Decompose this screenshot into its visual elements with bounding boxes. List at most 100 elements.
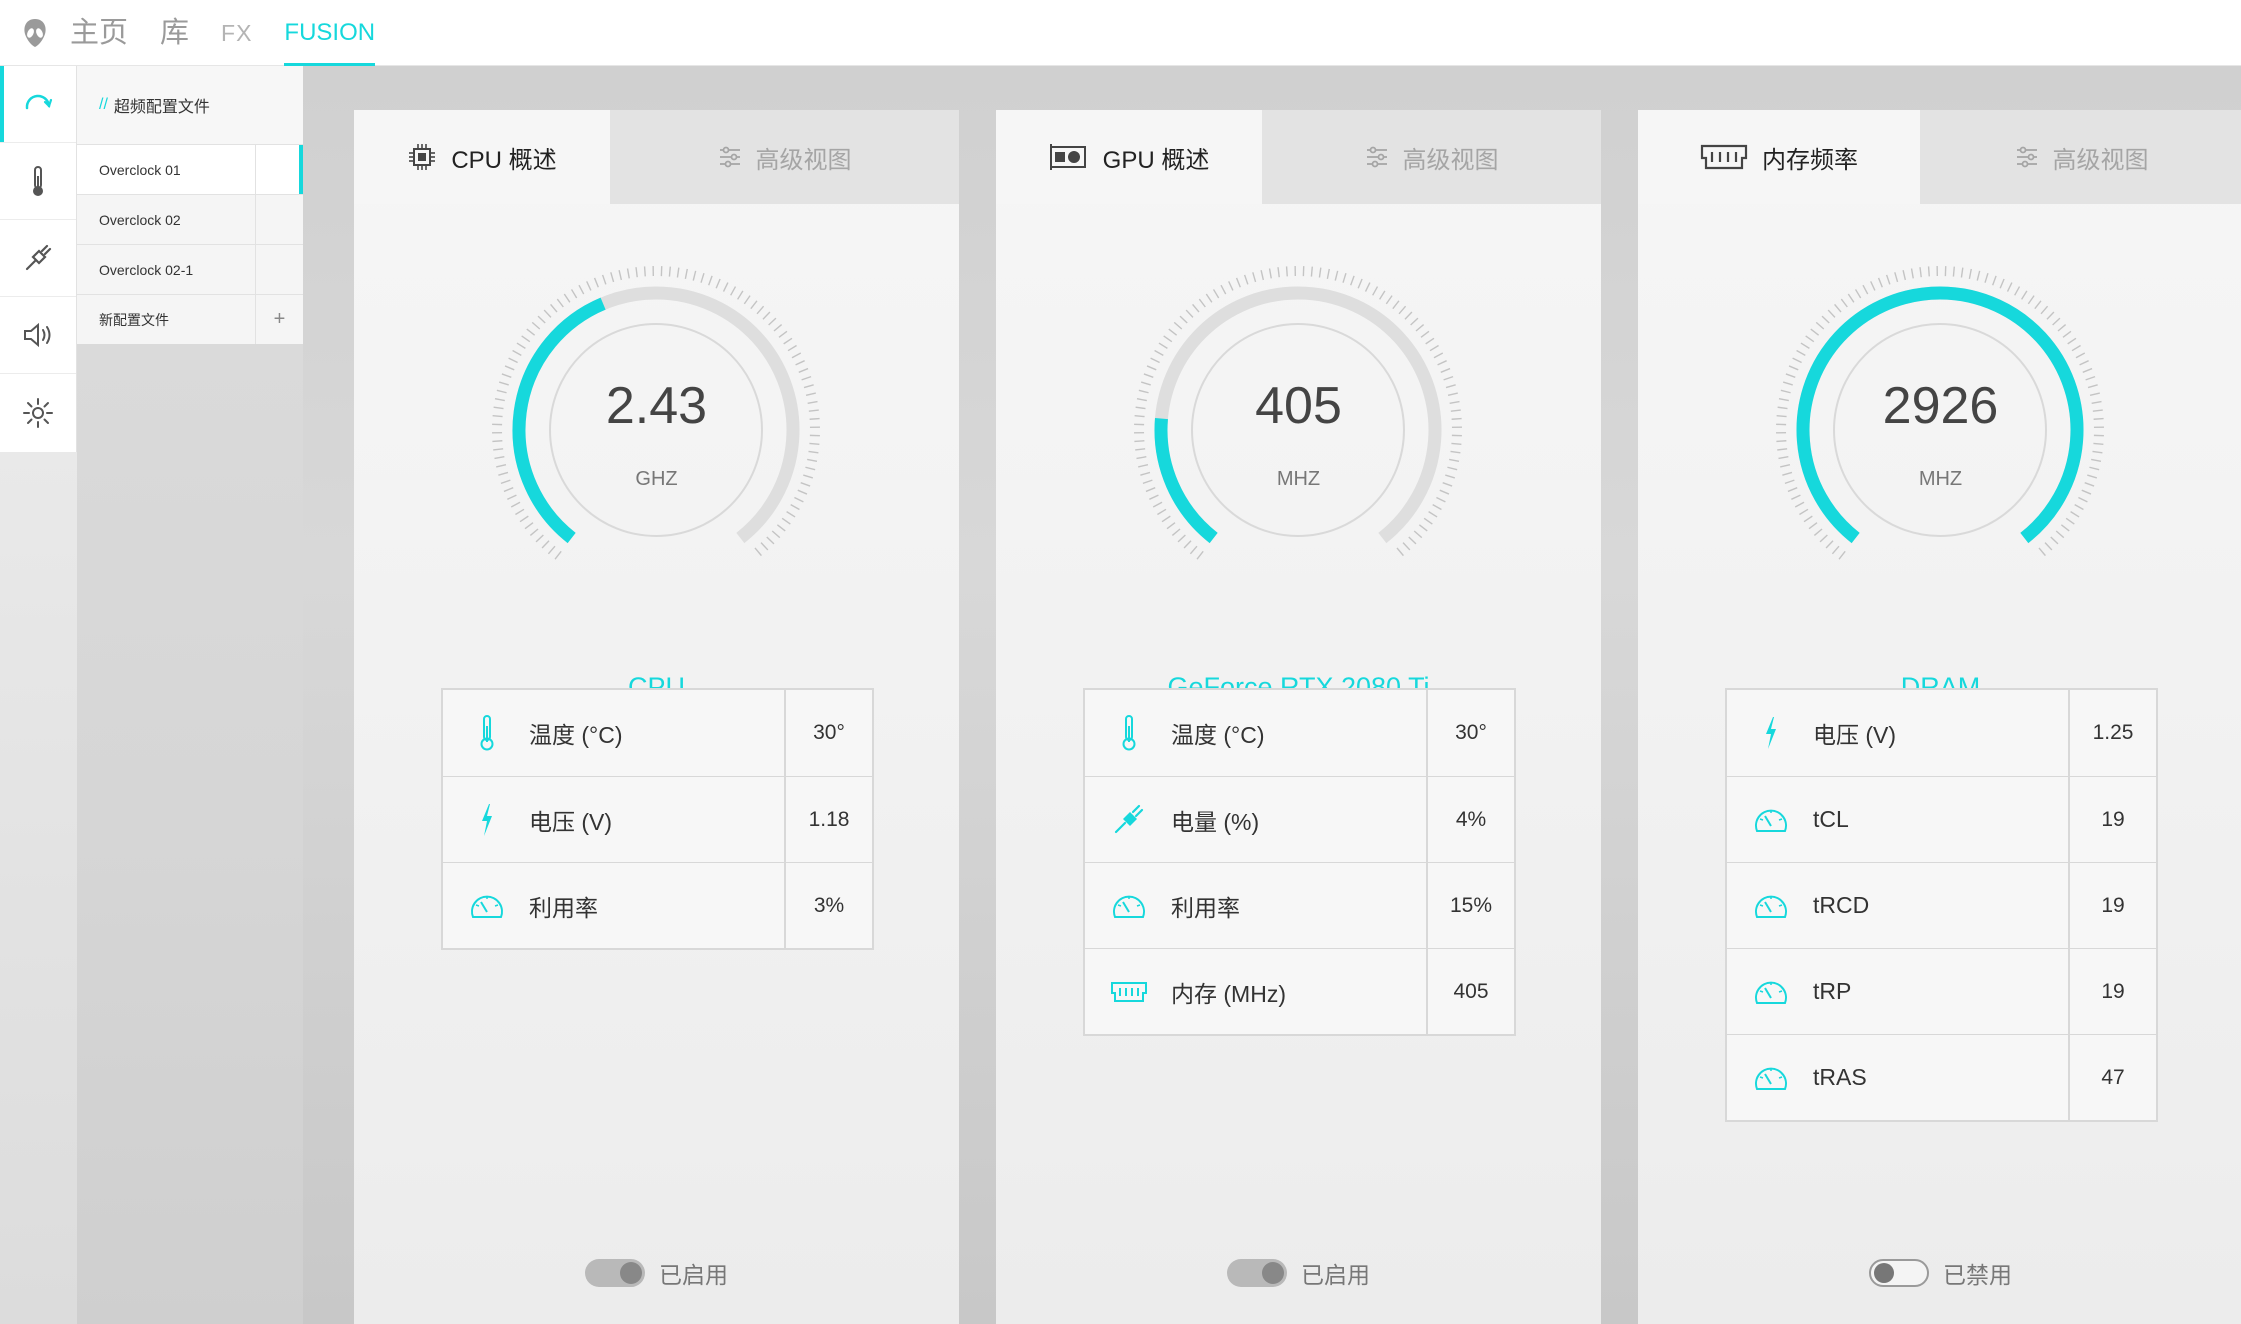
cpu-card: CPU 概述 高级视图 2.43 GHZ CPU 频率	[354, 110, 959, 1324]
speaker-icon	[24, 322, 51, 348]
enable-toggle[interactable]	[1869, 1259, 1929, 1287]
stat-label-text: tRP	[1813, 978, 1852, 1004]
profile-side	[255, 145, 303, 194]
gauge-value: 2.43	[605, 377, 708, 435]
stat-label-text: tCL	[1813, 806, 1849, 832]
graphics-card-icon	[1049, 144, 1086, 170]
stats-table: 温度 (°C) 30° 电量 (%) 4% 利用率 15% 内存 (MHz) 4…	[1083, 688, 1516, 1036]
tab-label: 高级视图	[2052, 146, 2149, 174]
frequency-gauge: 2.43 GHZ	[354, 260, 959, 620]
stats-table: 电压 (V) 1.25 tCL 19 tRCD 19 tRP 19 tRAS 4…	[1725, 688, 2158, 1122]
stat-value: 3%	[813, 893, 845, 917]
stat-row: 电压 (V) 1.18	[443, 776, 872, 862]
stat-label-text: tRAS	[1813, 1064, 1867, 1090]
stat-value: 19	[2101, 979, 2125, 1003]
enable-toggle[interactable]	[585, 1259, 645, 1287]
card-tabs: CPU 概述 高级视图	[354, 110, 959, 204]
stat-row: 利用率 15%	[1085, 862, 1514, 948]
stat-row: tRP 19	[1727, 948, 2156, 1034]
bolt-icon	[467, 802, 507, 838]
bolt-icon	[1751, 715, 1791, 751]
card-tabs: GPU 概述 高级视图	[996, 110, 1601, 204]
stat-row: 温度 (°C) 30°	[443, 690, 872, 776]
tab-advanced-view[interactable]: 高级视图	[1262, 110, 1601, 204]
profiles-header: // 超频配置文件	[77, 66, 303, 144]
tab-advanced-view[interactable]: 高级视图	[1920, 110, 2241, 204]
stat-label-text: tRCD	[1813, 892, 1870, 918]
toggle-label: 已启用	[659, 1262, 728, 1288]
tab-memory-frequency[interactable]: 内存频率	[1638, 110, 1920, 204]
profile-item[interactable]: Overclock 02	[77, 194, 303, 244]
memory-icon	[1700, 144, 1748, 170]
thermometer-icon	[467, 714, 507, 752]
stat-label: 内存 (MHz)	[1085, 949, 1428, 1034]
stat-value: 30°	[1455, 721, 1487, 744]
profile-item[interactable]: Overclock 02-1	[77, 244, 303, 294]
stat-label: tRP	[1727, 949, 2070, 1034]
tab-advanced-view[interactable]: 高级视图	[610, 110, 959, 204]
thermometer-icon	[1109, 714, 1149, 752]
nav-home[interactable]: 主页	[70, 0, 128, 66]
profile-name: 新配置文件	[99, 311, 169, 328]
enable-toggle[interactable]	[1227, 1259, 1287, 1287]
speedometer-icon	[1751, 976, 1791, 1008]
stat-row: 内存 (MHz) 405	[1085, 948, 1514, 1034]
tab-gpu-overview[interactable]: GPU 概述	[996, 110, 1262, 204]
profile-name: Overclock 01	[99, 161, 181, 178]
gauge-value: 2926	[1882, 377, 1999, 435]
stat-value: 1.25	[2092, 721, 2134, 744]
add-profile-button[interactable]: +	[255, 295, 303, 344]
stat-value: 19	[2101, 893, 2125, 917]
power-plug-icon	[25, 244, 52, 271]
rail-audio[interactable]	[0, 297, 76, 374]
stat-value: 47	[2101, 1065, 2125, 1089]
stat-row: tRCD 19	[1727, 862, 2156, 948]
cpu-chip-icon	[409, 144, 436, 170]
nav-library[interactable]: 库	[160, 0, 189, 66]
rail-overclock[interactable]	[0, 66, 76, 143]
stat-value: 4%	[1455, 807, 1487, 831]
card-tabs: 内存频率 高级视图	[1638, 110, 2241, 204]
stat-label-text: 电压 (V)	[529, 808, 613, 835]
top-nav: 主页 库 FX FUSION	[70, 0, 407, 66]
stat-value: 1.18	[808, 807, 850, 831]
gauge-unit: MHZ	[1276, 468, 1321, 490]
stat-value: 19	[2101, 807, 2125, 831]
gauge-unit: GHZ	[635, 468, 678, 490]
stat-row: 利用率 3%	[443, 862, 872, 948]
stat-label: 电压 (V)	[443, 777, 786, 862]
nav-fx[interactable]: FX	[221, 0, 252, 66]
stat-value: 30°	[813, 721, 845, 744]
toggle-knob	[620, 1262, 642, 1284]
profile-item[interactable]: Overclock 01	[77, 144, 303, 194]
new-profile-item[interactable]: 新配置文件 +	[77, 294, 303, 344]
lighting-icon	[23, 397, 53, 428]
toggle-knob	[1262, 1262, 1284, 1284]
top-bar: 主页 库 FX FUSION	[0, 0, 2241, 66]
stat-label-text: 利用率	[1171, 894, 1240, 921]
speedometer-icon	[1751, 890, 1791, 922]
overclock-icon	[25, 94, 53, 110]
stat-label: tCL	[1727, 777, 2070, 862]
tab-label: CPU 概述	[451, 146, 557, 174]
rail-background	[0, 452, 77, 1324]
nav-fusion[interactable]: FUSION	[284, 0, 375, 66]
tab-cpu-overview[interactable]: CPU 概述	[354, 110, 610, 204]
rail-power[interactable]	[0, 220, 76, 297]
profiles-panel: // 超频配置文件 Overclock 01 Overclock 02 Over…	[77, 66, 303, 1324]
rail-lighting[interactable]	[0, 374, 76, 451]
stat-label: 利用率	[443, 863, 786, 948]
stat-row: 电压 (V) 1.25	[1727, 690, 2156, 776]
profile-side	[255, 195, 303, 244]
enable-toggle-group: 已启用	[996, 1256, 1601, 1290]
gpu-card: GPU 概述 高级视图 405 MHZ GeForce RTX 2080 Ti …	[996, 110, 1601, 1324]
speedometer-icon	[1751, 804, 1791, 836]
rail-thermal[interactable]	[0, 143, 76, 220]
stat-label-text: 利用率	[529, 894, 598, 921]
profile-side	[255, 245, 303, 294]
power-plug-icon	[1109, 804, 1149, 836]
speedometer-icon	[467, 890, 507, 922]
profiles-title: 超频配置文件	[113, 99, 210, 116]
alienware-logo-icon[interactable]	[20, 17, 50, 49]
stat-label: 温度 (°C)	[443, 690, 786, 776]
